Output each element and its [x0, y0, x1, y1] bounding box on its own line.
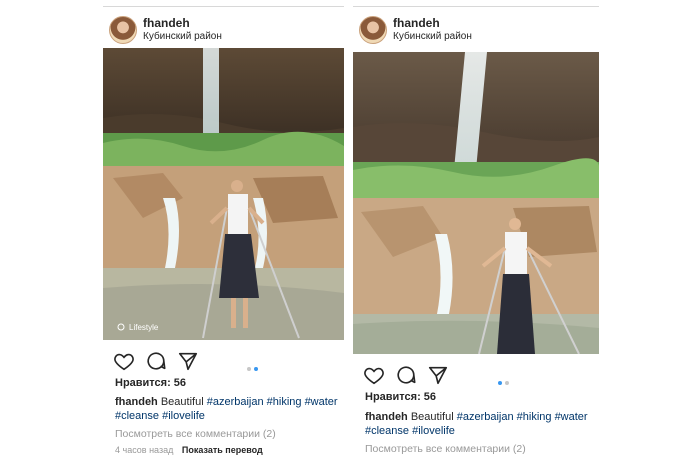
- location-link[interactable]: Кубинский район: [393, 31, 472, 42]
- post-header: fhandeh Кубинский район: [109, 16, 350, 44]
- caption-username[interactable]: fhandeh: [115, 396, 158, 408]
- hashtags-line-2[interactable]: #cleanse #ilovelife: [365, 425, 455, 437]
- username[interactable]: fhandeh: [393, 16, 440, 30]
- hashtags-line-1[interactable]: #azerbaijan #hiking #water: [207, 396, 338, 408]
- location-link[interactable]: Кубинский район: [143, 31, 222, 42]
- top-divider: [103, 6, 344, 7]
- timestamp: 4 часов назад: [115, 445, 174, 455]
- heart-icon[interactable]: [363, 364, 385, 386]
- post-right: fhandeh Кубинский район Нравится: 56 fha…: [353, 0, 599, 460]
- carousel-dot: [505, 381, 509, 385]
- post-header: fhandeh Кубинский район: [359, 16, 605, 44]
- carousel-dot-active: [254, 367, 258, 371]
- share-icon[interactable]: [177, 350, 199, 372]
- post-left: fhandeh Кубинский район Lifestyle Нравит…: [103, 0, 344, 460]
- view-comments-link[interactable]: Посмотреть все комментарии (2): [115, 428, 276, 440]
- action-bar: [113, 350, 354, 372]
- hashtags-line-2[interactable]: #cleanse #ilovelife: [115, 410, 205, 422]
- username[interactable]: fhandeh: [143, 16, 190, 30]
- likes-count[interactable]: Нравится: 56: [365, 391, 436, 403]
- carousel-dot-active: [498, 381, 502, 385]
- caption-username[interactable]: fhandeh: [365, 411, 408, 423]
- view-comments-link[interactable]: Посмотреть все комментарии (2): [365, 443, 526, 455]
- heart-icon[interactable]: [113, 350, 135, 372]
- meta-row: 4 часов назад Показать перевод: [115, 445, 263, 455]
- carousel-dots: [247, 358, 261, 376]
- likes-count[interactable]: Нравится: 56: [115, 377, 186, 389]
- caption-text: Beautiful: [160, 396, 204, 408]
- carousel-dot: [247, 367, 251, 371]
- comment-icon[interactable]: [145, 350, 167, 372]
- watermark-text: Lifestyle: [129, 323, 159, 332]
- caption: fhandeh Beautiful #azerbaijan #hiking #w…: [365, 410, 599, 438]
- waterfall-photo: Lifestyle: [103, 48, 344, 340]
- post-photo[interactable]: [353, 52, 599, 354]
- avatar[interactable]: [359, 16, 387, 44]
- comment-icon[interactable]: [395, 364, 417, 386]
- caption-text: Beautiful: [410, 411, 454, 423]
- hashtags-line-1[interactable]: #azerbaijan #hiking #water: [457, 411, 588, 423]
- show-translation-link[interactable]: Показать перевод: [182, 445, 263, 455]
- action-bar: [363, 364, 609, 386]
- avatar[interactable]: [109, 16, 137, 44]
- top-divider: [353, 6, 599, 7]
- caption: fhandeh Beautiful #azerbaijan #hiking #w…: [115, 395, 344, 423]
- waterfall-photo: [353, 52, 599, 354]
- share-icon[interactable]: [427, 364, 449, 386]
- post-photo[interactable]: Lifestyle: [103, 48, 344, 340]
- carousel-dots: [498, 372, 512, 390]
